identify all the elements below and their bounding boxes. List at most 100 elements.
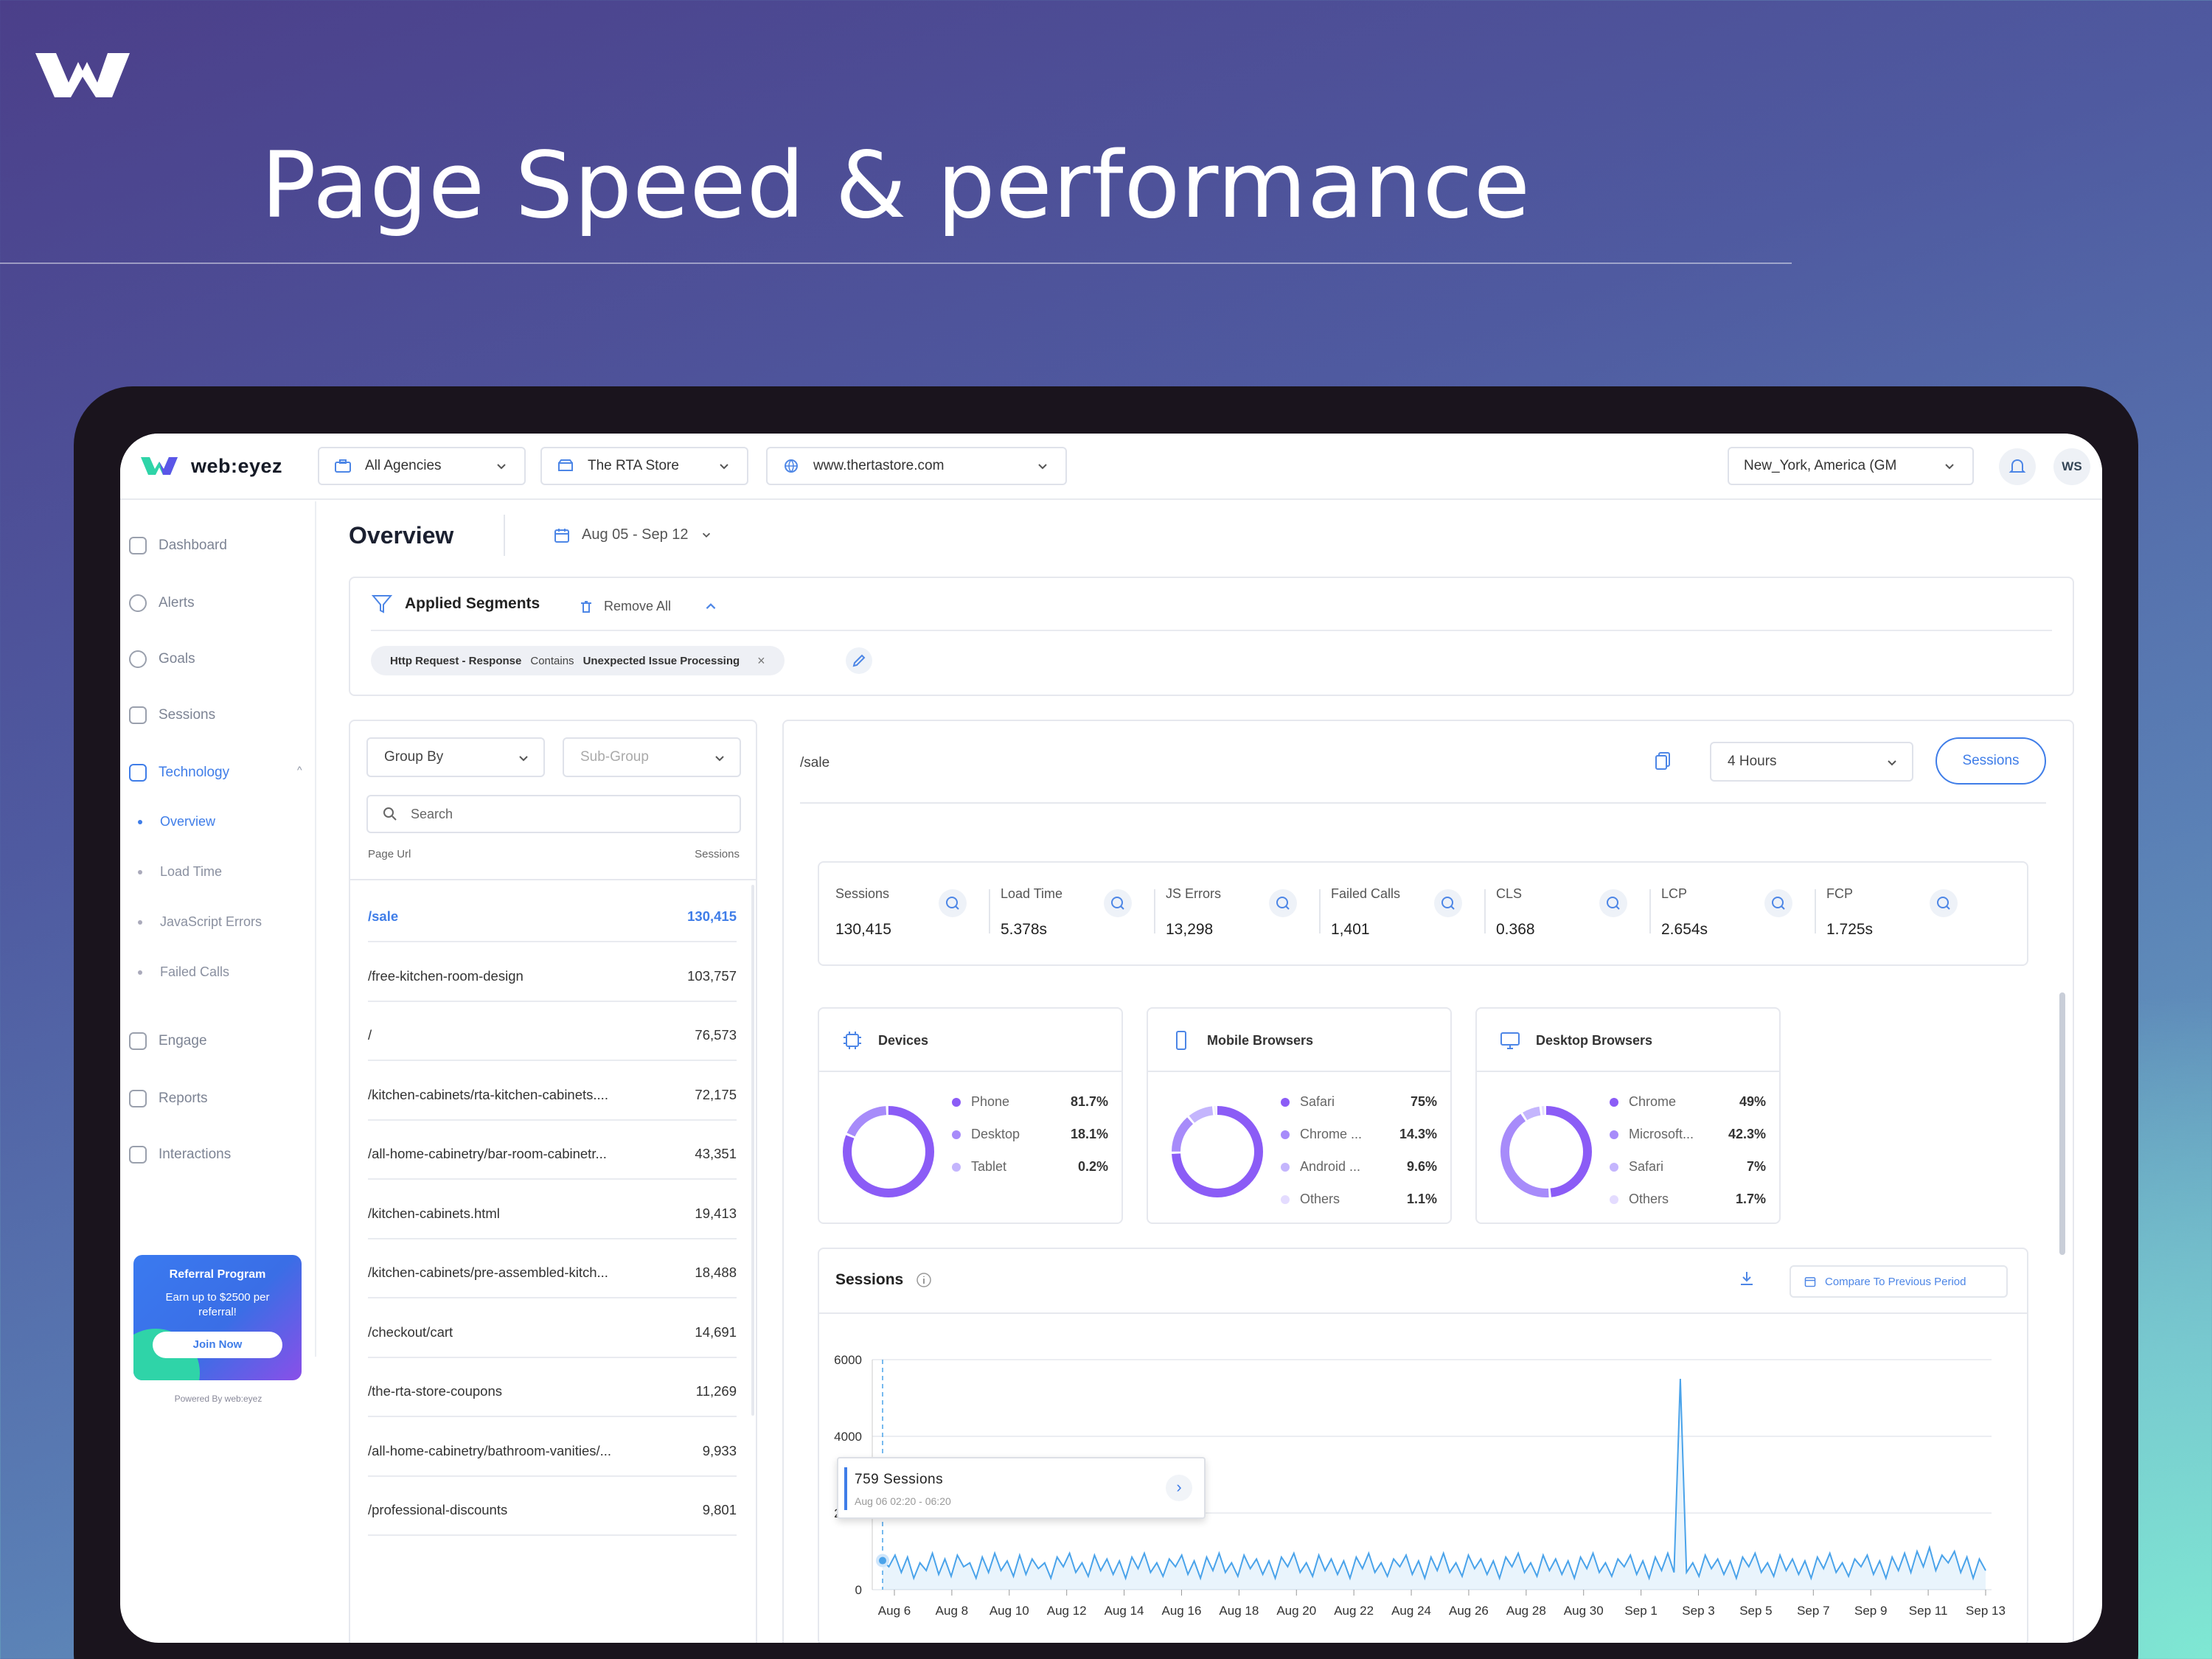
group-by-select[interactable]: Group By xyxy=(366,737,545,777)
column-header-sessions: Sessions xyxy=(695,848,740,860)
target-icon xyxy=(129,650,147,668)
hover-point[interactable] xyxy=(876,1554,889,1568)
remove-all-button[interactable]: Remove All xyxy=(579,599,718,614)
store-select[interactable]: The RTA Store xyxy=(540,447,748,485)
donut-chart[interactable] xyxy=(1495,1100,1598,1203)
legend-value: 1.7% xyxy=(1735,1192,1766,1206)
chevron-up-icon[interactable] xyxy=(703,599,718,614)
sidebar-sub-load-time[interactable]: Load Time xyxy=(138,864,222,880)
close-icon[interactable]: × xyxy=(757,653,765,669)
legend-label: Others xyxy=(1629,1192,1669,1206)
time-range-value: 4 Hours xyxy=(1728,754,1777,769)
metric-search-icon[interactable] xyxy=(1104,889,1132,917)
sidebar-sub-label: Overview xyxy=(160,814,216,829)
legend-item: Desktop xyxy=(952,1127,1020,1142)
metric-search-icon[interactable] xyxy=(1269,889,1297,917)
segments-divider xyxy=(371,630,2052,631)
copy-icon[interactable] xyxy=(1654,751,1673,771)
page-detail-panel: /sale 4 Hours Sessions Sessions 130,415 Lo… xyxy=(782,720,2074,1643)
sub-group-select[interactable]: Sub-Group xyxy=(563,737,741,777)
metric-search-icon[interactable] xyxy=(1930,889,1958,917)
x-tick-label: Sep 5 xyxy=(1739,1604,1772,1618)
table-row[interactable]: /all-home-cabinetry/bathroom-vanities/..… xyxy=(368,1419,737,1477)
table-row[interactable]: /kitchen-cabinets.html 19,413 xyxy=(368,1182,737,1239)
table-row[interactable]: /sale 130,415 xyxy=(368,885,737,942)
compare-period-label: Compare To Previous Period xyxy=(1825,1275,1966,1288)
metric-search-icon[interactable] xyxy=(939,889,967,917)
sidebar-sub-failed-calls[interactable]: Failed Calls xyxy=(138,964,229,980)
pencil-icon xyxy=(852,654,866,667)
sidebar-item-label: Technology xyxy=(159,765,230,780)
row-sessions: 14,691 xyxy=(695,1324,737,1340)
sidebar-sub-overview[interactable]: Overview xyxy=(138,814,215,830)
row-url: /all-home-cabinetry/bathroom-vanities/..… xyxy=(368,1442,612,1458)
join-now-button[interactable]: Join Now xyxy=(153,1332,282,1358)
view-sessions-button[interactable]: Sessions xyxy=(1935,737,2046,785)
table-row[interactable]: /kitchen-cabinets/pre-assembled-kitch...… xyxy=(368,1241,737,1298)
metric-search-icon[interactable] xyxy=(1434,889,1462,917)
breakdown-header: Desktop Browsers xyxy=(1499,1029,1652,1051)
segment-chip[interactable]: Http Request - Response Contains Unexpec… xyxy=(371,646,785,675)
sidebar-item-sessions[interactable]: Sessions xyxy=(129,706,215,724)
sidebar-item-alerts[interactable]: Alerts xyxy=(129,594,195,612)
metric-value: 0.368 xyxy=(1496,921,1535,938)
edit-segment-button[interactable] xyxy=(846,647,872,674)
chevron-right-icon[interactable]: › xyxy=(1166,1475,1192,1501)
metric-search-icon[interactable] xyxy=(1764,889,1792,917)
legend-swatch xyxy=(1281,1097,1290,1107)
table-row[interactable]: /free-kitchen-room-design 103,757 xyxy=(368,945,737,1002)
header-divider xyxy=(350,879,756,880)
detail-scrollbar[interactable] xyxy=(2059,992,2065,1255)
table-row[interactable]: /professional-discounts 9,801 xyxy=(368,1478,737,1536)
sidebar-item-engage[interactable]: Engage xyxy=(129,1032,207,1050)
agency-select[interactable]: All Agencies xyxy=(318,447,526,485)
timezone-select[interactable]: New_York, America (GM xyxy=(1728,447,1974,485)
table-row[interactable]: / 76,573 xyxy=(368,1004,737,1061)
app-logo[interactable]: web:eyez xyxy=(141,454,282,478)
breakdown-header: Mobile Browsers xyxy=(1170,1029,1313,1051)
time-range-select[interactable]: 4 Hours xyxy=(1710,742,1913,782)
sidebar-item-technology[interactable]: Technology ^ xyxy=(129,764,302,782)
metric-divider xyxy=(1319,889,1321,933)
user-avatar[interactable]: WS xyxy=(2053,448,2090,485)
table-row[interactable]: /all-home-cabinetry/bar-room-cabinetr...… xyxy=(368,1122,737,1180)
tooltip-title: 759 Sessions xyxy=(855,1472,944,1487)
search-input[interactable]: Search xyxy=(366,795,741,833)
legend-item: Safari xyxy=(1281,1094,1335,1110)
search-icon xyxy=(383,807,397,821)
date-range-picker[interactable]: Aug 05 - Sep 12 xyxy=(554,526,712,543)
table-row[interactable]: /checkout/cart 14,691 xyxy=(368,1301,737,1358)
list-scrollbar[interactable] xyxy=(751,885,754,1416)
table-row[interactable]: /kitchen-cabinets/rta-kitchen-cabinets..… xyxy=(368,1063,737,1121)
sidebar-item-goals[interactable]: Goals xyxy=(129,650,195,668)
site-select[interactable]: www.thertastore.com xyxy=(766,447,1067,485)
detail-divider xyxy=(800,802,2046,804)
x-tick-label: Aug 24 xyxy=(1391,1604,1431,1618)
metric-divider xyxy=(989,889,990,933)
chevron-down-icon xyxy=(1038,464,1047,470)
breakdown-title: Devices xyxy=(878,1032,929,1048)
metric-search-icon[interactable] xyxy=(1599,889,1627,917)
row-sessions: 19,413 xyxy=(695,1205,737,1221)
table-row[interactable]: /the-rta-store-coupons 11,269 xyxy=(368,1360,737,1417)
info-icon[interactable] xyxy=(915,1271,933,1289)
report-icon xyxy=(129,1090,147,1107)
donut-chart[interactable] xyxy=(1166,1100,1269,1203)
notifications-button[interactable] xyxy=(1999,448,2036,485)
legend-value: 81.7% xyxy=(1070,1094,1108,1109)
download-icon[interactable] xyxy=(1738,1270,1756,1287)
legend-value: 1.1% xyxy=(1406,1192,1437,1206)
compare-period-button[interactable]: Compare To Previous Period xyxy=(1790,1265,2008,1298)
sidebar-sub-label: Load Time xyxy=(160,864,223,879)
breakdown-title: Mobile Browsers xyxy=(1207,1032,1314,1048)
sidebar-item-reports[interactable]: Reports xyxy=(129,1090,208,1107)
sidebar-sub-javascript-errors[interactable]: JavaScript Errors xyxy=(138,914,262,930)
sidebar-item-label: Goals xyxy=(159,651,195,667)
sidebar-item-interactions[interactable]: Interactions xyxy=(129,1146,231,1164)
store-icon xyxy=(558,459,573,471)
app-screen: web:eyez All Agencies The RTA Store www.… xyxy=(120,434,2102,1643)
sidebar-item-dashboard[interactable]: Dashboard xyxy=(129,537,227,554)
breakdown-card-mobile-browsers: Mobile Browsers Safari 75% Chrome ... 14.3% A… xyxy=(1147,1007,1452,1224)
referral-title: Referral Program xyxy=(169,1268,266,1281)
donut-chart[interactable] xyxy=(837,1100,940,1203)
